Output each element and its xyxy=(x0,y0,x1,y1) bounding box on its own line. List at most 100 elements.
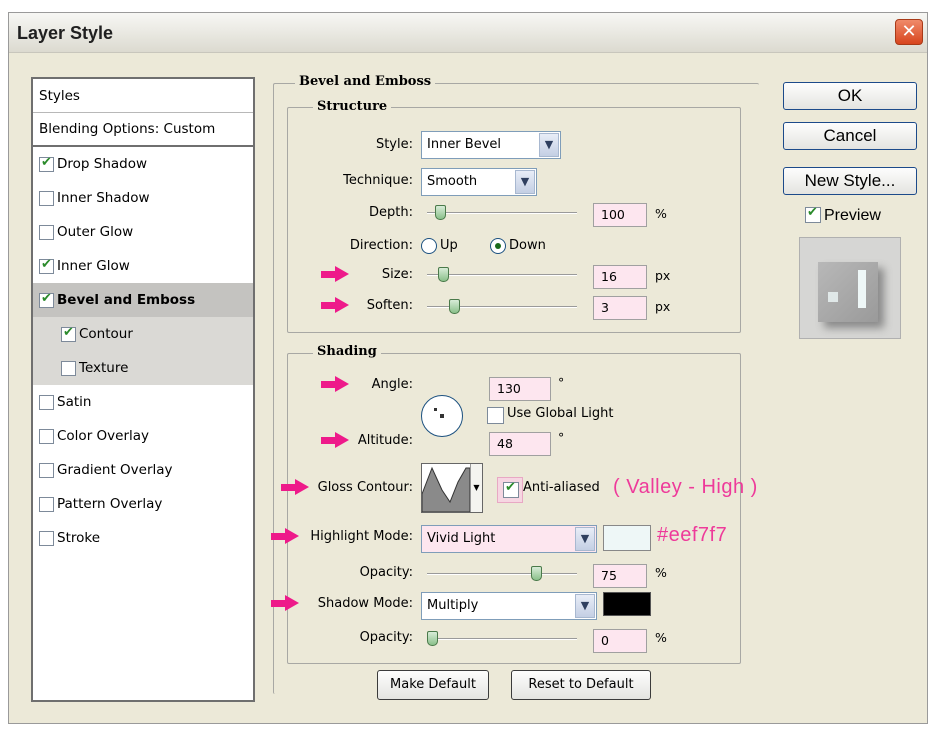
chevron-down-icon[interactable]: ▼ xyxy=(539,133,559,157)
highlight-opacity-unit: % xyxy=(655,565,667,580)
depth-unit: % xyxy=(655,206,667,221)
gloss-contour-label: Gloss Contour: xyxy=(317,480,413,495)
shadow-opacity-field[interactable]: 0 xyxy=(593,629,647,653)
highlight-opacity-slider[interactable] xyxy=(427,566,577,582)
anti-aliased-checkbox[interactable] xyxy=(503,480,519,498)
angle-field[interactable]: 130 xyxy=(489,377,551,401)
size-slider[interactable] xyxy=(427,267,577,283)
angle-dial-indicator xyxy=(434,408,437,411)
styles-list: Styles Blending Options: Custom Drop Sha… xyxy=(31,77,255,702)
use-global-light-checkbox[interactable] xyxy=(487,407,504,424)
style-item-checkbox[interactable] xyxy=(39,496,54,512)
slider-thumb[interactable] xyxy=(435,205,446,220)
style-select[interactable]: Inner Bevel ▼ xyxy=(421,131,561,159)
style-item-checkbox[interactable] xyxy=(39,155,54,172)
chevron-down-icon[interactable]: ▼ xyxy=(575,594,595,618)
highlight-color-swatch[interactable] xyxy=(603,525,651,551)
contour-dropdown-icon[interactable]: ▼ xyxy=(470,464,482,512)
styles-header[interactable]: Styles xyxy=(33,79,253,113)
style-item-label: Satin xyxy=(57,394,92,410)
structure-title: Structure xyxy=(313,99,392,114)
style-item[interactable]: Inner Glow xyxy=(33,249,253,283)
shadow-mode-value: Multiply xyxy=(427,598,479,613)
angle-unit: ° xyxy=(558,375,565,390)
cancel-button[interactable]: Cancel xyxy=(783,122,917,150)
style-item-label: Stroke xyxy=(57,530,101,546)
style-item[interactable]: Satin xyxy=(33,385,253,419)
blending-options[interactable]: Blending Options: Custom xyxy=(33,113,253,147)
contour-annotation: ( Valley - High ) xyxy=(613,476,758,498)
size-field[interactable]: 16 xyxy=(593,265,647,289)
style-item[interactable]: Inner Shadow xyxy=(33,181,253,215)
highlight-mode-select[interactable]: Vivid Light ▼ xyxy=(421,525,597,553)
make-default-button[interactable]: Make Default xyxy=(377,670,489,700)
preview-highlight xyxy=(858,270,866,308)
technique-select[interactable]: Smooth ▼ xyxy=(421,168,537,196)
soften-slider[interactable] xyxy=(427,299,577,315)
style-item-checkbox[interactable] xyxy=(61,325,76,342)
depth-label: Depth: xyxy=(369,205,413,220)
style-item-checkbox[interactable] xyxy=(61,360,76,376)
direction-up-radio[interactable] xyxy=(421,238,437,254)
style-item-checkbox[interactable] xyxy=(39,428,54,444)
shadow-mode-label: Shadow Mode: xyxy=(317,596,413,611)
style-item[interactable]: Outer Glow xyxy=(33,215,253,249)
technique-label: Technique: xyxy=(343,173,413,188)
style-item[interactable]: Stroke xyxy=(33,521,253,555)
shadow-color-swatch[interactable] xyxy=(603,592,651,616)
anti-aliased-label: Anti-aliased xyxy=(523,480,600,495)
ok-button[interactable]: OK xyxy=(783,82,917,110)
altitude-field[interactable]: 48 xyxy=(489,432,551,456)
style-item[interactable]: Gradient Overlay xyxy=(33,453,253,487)
style-item-checkbox[interactable] xyxy=(39,291,54,308)
slider-thumb[interactable] xyxy=(427,631,438,646)
depth-field[interactable]: 100 xyxy=(593,203,647,227)
style-item-checkbox[interactable] xyxy=(39,224,54,240)
depth-slider[interactable] xyxy=(427,205,577,221)
bevel-emboss-title: Bevel and Emboss xyxy=(295,74,436,89)
style-item-checkbox[interactable] xyxy=(39,257,54,274)
new-style-button[interactable]: New Style... xyxy=(783,167,917,195)
style-item-label: Contour xyxy=(79,326,133,342)
slider-track xyxy=(427,573,577,575)
style-item[interactable]: Drop Shadow xyxy=(33,147,253,181)
style-item-label: Gradient Overlay xyxy=(57,462,173,478)
title-bar: Layer Style ✕ xyxy=(9,13,927,53)
style-item-label: Drop Shadow xyxy=(57,156,148,172)
style-item-label: Texture xyxy=(79,360,129,376)
close-icon[interactable]: ✕ xyxy=(895,19,923,45)
gloss-contour-picker[interactable]: ▼ xyxy=(421,463,483,513)
preview-checkbox[interactable] xyxy=(805,205,821,223)
highlight-opacity-field[interactable]: 75 xyxy=(593,564,647,588)
slider-thumb[interactable] xyxy=(438,267,449,282)
direction-down-radio[interactable] xyxy=(490,238,506,254)
slider-thumb[interactable] xyxy=(449,299,460,314)
soften-field[interactable]: 3 xyxy=(593,296,647,320)
chevron-down-icon[interactable]: ▼ xyxy=(575,527,595,551)
layer-style-dialog: Layer Style ✕ Styles Blending Options: C… xyxy=(8,12,928,724)
style-item-checkbox[interactable] xyxy=(39,530,54,546)
reset-to-default-button[interactable]: Reset to Default xyxy=(511,670,651,700)
style-item[interactable]: Pattern Overlay xyxy=(33,487,253,521)
blending-options-label: Blending Options: Custom xyxy=(39,121,216,137)
shadow-mode-select[interactable]: Multiply ▼ xyxy=(421,592,597,620)
soften-unit: px xyxy=(655,299,671,314)
angle-label: Angle: xyxy=(371,377,413,392)
slider-thumb[interactable] xyxy=(531,566,542,581)
style-item[interactable]: Bevel and Emboss xyxy=(33,283,253,317)
slider-track xyxy=(427,638,577,640)
angle-dial[interactable] xyxy=(421,395,463,437)
direction-down-label: Down xyxy=(509,238,546,253)
style-item-checkbox[interactable] xyxy=(39,462,54,478)
style-item[interactable]: Color Overlay xyxy=(33,419,253,453)
style-item[interactable]: Contour xyxy=(33,317,253,351)
style-item-checkbox[interactable] xyxy=(39,394,54,410)
use-global-light-label: Use Global Light xyxy=(507,406,614,421)
chevron-down-icon[interactable]: ▼ xyxy=(515,170,535,194)
shadow-opacity-slider[interactable] xyxy=(427,631,577,647)
style-select-value: Inner Bevel xyxy=(427,137,502,152)
slider-track xyxy=(427,274,577,276)
technique-select-value: Smooth xyxy=(427,174,478,189)
style-item-checkbox[interactable] xyxy=(39,190,54,206)
style-item[interactable]: Texture xyxy=(33,351,253,385)
